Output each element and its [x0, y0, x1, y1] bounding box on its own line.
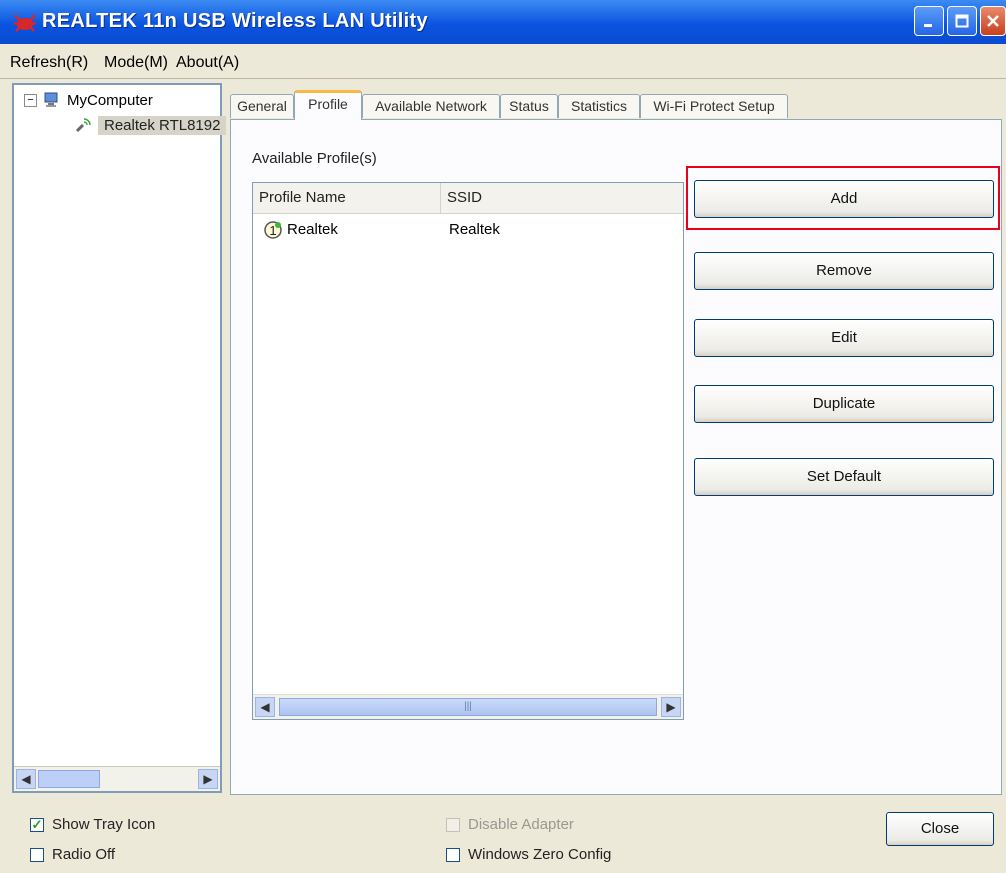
window-title: REALTEK 11n USB Wireless LAN Utility — [42, 10, 428, 32]
checkbox-empty-icon — [446, 847, 460, 862]
tab-wifi-protect-setup[interactable]: Wi-Fi Protect Setup — [640, 94, 788, 118]
edit-button[interactable]: Edit — [694, 319, 994, 357]
windows-zero-config-checkbox[interactable]: Windows Zero Config — [446, 846, 611, 863]
tree-horizontal-scrollbar[interactable]: ◀ ▶ — [14, 766, 220, 791]
minimize-button[interactable] — [914, 6, 944, 36]
disable-adapter-checkbox[interactable]: Disable Adapter — [446, 816, 574, 833]
minimize-icon — [924, 24, 932, 27]
tab-status[interactable]: Status — [500, 94, 558, 118]
scroll-left-icon[interactable]: ◀ — [255, 697, 275, 717]
profile-list-header: Profile Name SSID — [253, 183, 683, 214]
maximize-icon — [955, 14, 969, 28]
profile-list[interactable]: Profile Name SSID 1 Realtek Realtek ◀ ||… — [252, 182, 684, 720]
scroll-right-icon[interactable]: ▶ — [661, 697, 681, 717]
available-profiles-label: Available Profile(s) — [252, 150, 377, 167]
radio-off-checkbox[interactable]: Radio Off — [30, 846, 115, 863]
tab-available-network[interactable]: Available Network — [362, 94, 500, 118]
computer-icon — [44, 92, 58, 107]
menu-about[interactable]: About(A) — [176, 54, 239, 72]
collapse-icon[interactable]: − — [24, 93, 37, 107]
profile-name-cell: Realtek — [287, 221, 338, 238]
title-bar: REALTEK 11n USB Wireless LAN Utility — [0, 0, 1006, 44]
add-button[interactable]: Add — [694, 180, 994, 218]
scroll-thumb[interactable] — [38, 770, 100, 788]
column-profile-name[interactable]: Profile Name — [253, 183, 441, 213]
list-horizontal-scrollbar[interactable]: ◀ ||| ▶ — [253, 694, 683, 719]
connected-status-icon: 1 — [264, 221, 282, 239]
device-tree: − MyComputer Realtek RTL8192 ◀ ▶ — [12, 83, 227, 793]
close-window-button[interactable] — [980, 6, 1006, 36]
disable-adapter-label: Disable Adapter — [468, 816, 574, 833]
menu-refresh[interactable]: Refresh(R) — [10, 54, 88, 72]
checkbox-empty-icon — [30, 847, 44, 862]
windows-zero-config-label: Windows Zero Config — [468, 846, 612, 863]
scroll-thumb[interactable]: ||| — [279, 698, 657, 716]
remove-button[interactable]: Remove — [694, 252, 994, 290]
maximize-button[interactable] — [947, 6, 977, 36]
tab-statistics[interactable]: Statistics — [558, 94, 640, 118]
tree-item-adapter[interactable]: Realtek RTL8192 — [74, 115, 227, 135]
ssid-cell: Realtek — [449, 221, 500, 238]
column-ssid[interactable]: SSID — [441, 183, 683, 213]
realtek-crab-icon — [13, 14, 37, 32]
show-tray-icon-checkbox[interactable]: ✓ Show Tray Icon — [30, 816, 155, 833]
radio-off-label: Radio Off — [52, 846, 116, 863]
menu-bar: Refresh(R) Mode(M) About(A) — [0, 48, 1006, 79]
tab-general[interactable]: General — [230, 94, 294, 118]
checkmark-icon: ✓ — [30, 816, 44, 832]
table-row[interactable]: 1 Realtek Realtek — [257, 219, 677, 241]
checkbox-disabled-icon — [446, 817, 460, 832]
close-icon — [987, 15, 999, 27]
tree-item-label: Realtek RTL8192 — [98, 115, 227, 135]
scroll-right-icon[interactable]: ▶ — [198, 769, 218, 789]
duplicate-button[interactable]: Duplicate — [694, 385, 994, 423]
close-button[interactable]: Close — [886, 812, 994, 846]
set-default-button[interactable]: Set Default — [694, 458, 994, 496]
menu-mode[interactable]: Mode(M) — [104, 54, 168, 72]
tree-root-label: MyComputer — [67, 91, 153, 109]
show-tray-icon-label: Show Tray Icon — [52, 816, 156, 833]
tree-root-mycomputer[interactable]: − MyComputer — [24, 91, 153, 109]
scroll-left-icon[interactable]: ◀ — [16, 769, 36, 789]
wireless-adapter-icon — [75, 118, 91, 133]
tab-profile[interactable]: Profile — [294, 90, 362, 120]
